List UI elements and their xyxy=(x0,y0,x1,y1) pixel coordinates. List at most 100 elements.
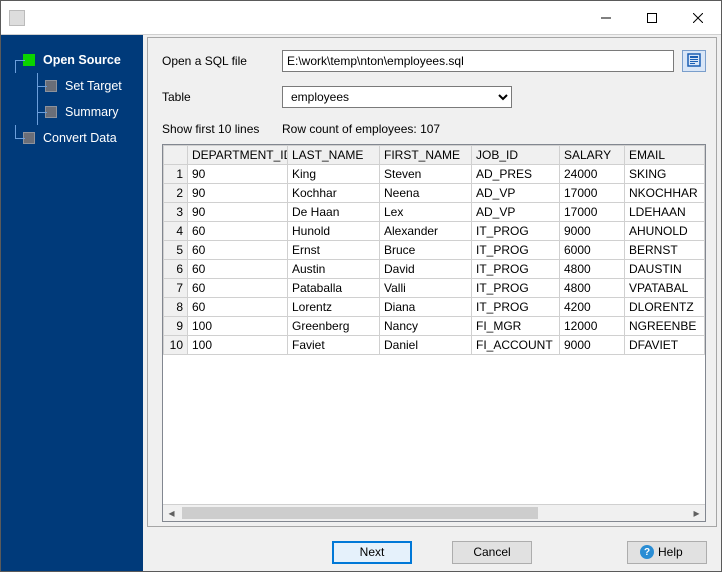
table-cell: 4800 xyxy=(560,279,625,298)
sidebar-item-label: Convert Data xyxy=(43,131,117,145)
table-cell: AHUNOLD xyxy=(625,222,705,241)
table-cell: DAUSTIN xyxy=(625,260,705,279)
sidebar-item-label: Summary xyxy=(65,105,118,119)
table-cell: AD_VP xyxy=(472,184,560,203)
column-header[interactable]: DEPARTMENT_ID xyxy=(188,146,288,165)
main-panel: Open a SQL file Table employees Sh xyxy=(143,35,721,571)
table-cell: De Haan xyxy=(288,203,380,222)
table-row[interactable]: 660AustinDavidIT_PROG4800DAUSTIN xyxy=(164,260,705,279)
table-cell: 60 xyxy=(188,279,288,298)
table-row[interactable]: 560ErnstBruceIT_PROG6000BERNST xyxy=(164,241,705,260)
app-icon xyxy=(9,10,25,26)
table-cell: AD_VP xyxy=(472,203,560,222)
table-cell: VPATABAL xyxy=(625,279,705,298)
table-cell: Lorentz xyxy=(288,298,380,317)
table-cell: 60 xyxy=(188,298,288,317)
column-header[interactable]: EMAIL xyxy=(625,146,705,165)
table-cell: FI_ACCOUNT xyxy=(472,336,560,355)
table-cell: Alexander xyxy=(380,222,472,241)
table-cell: DLORENTZ xyxy=(625,298,705,317)
column-header[interactable]: LAST_NAME xyxy=(288,146,380,165)
table-cell: 6000 xyxy=(560,241,625,260)
table-cell: NGREENBE xyxy=(625,317,705,336)
close-button[interactable] xyxy=(675,3,721,33)
row-number-cell: 9 xyxy=(164,317,188,336)
sidebar-item-open-source[interactable]: Open Source xyxy=(1,47,143,73)
table-row[interactable]: 10100FavietDanielFI_ACCOUNT9000DFAVIET xyxy=(164,336,705,355)
table-label: Table xyxy=(162,90,282,104)
next-button[interactable]: Next xyxy=(332,541,412,564)
form-area: Open a SQL file Table employees Sh xyxy=(147,37,717,527)
table-cell: BERNST xyxy=(625,241,705,260)
help-button-label: Help xyxy=(658,545,683,559)
column-header[interactable]: JOB_ID xyxy=(472,146,560,165)
tree-connector xyxy=(7,125,23,151)
table-row[interactable]: 460HunoldAlexanderIT_PROG9000AHUNOLD xyxy=(164,222,705,241)
wizard-footer: Next Cancel ? Help xyxy=(143,533,721,571)
help-button[interactable]: ? Help xyxy=(627,541,707,564)
table-cell: 4800 xyxy=(560,260,625,279)
sidebar-item-label: Open Source xyxy=(43,53,121,67)
table-cell: IT_PROG xyxy=(472,279,560,298)
table-cell: 90 xyxy=(188,203,288,222)
table-cell: IT_PROG xyxy=(472,260,560,279)
browse-file-button[interactable] xyxy=(682,50,706,72)
sidebar-item-summary[interactable]: Summary xyxy=(1,99,143,125)
scrollbar-thumb[interactable] xyxy=(182,507,538,519)
table-cell: 4200 xyxy=(560,298,625,317)
sidebar-item-convert-data[interactable]: Convert Data xyxy=(1,125,143,151)
table-cell: 60 xyxy=(188,260,288,279)
table-cell: Steven xyxy=(380,165,472,184)
table-cell: 9000 xyxy=(560,336,625,355)
scroll-right-arrow-icon[interactable]: ▸ xyxy=(688,505,705,522)
table-cell: AD_PRES xyxy=(472,165,560,184)
table-cell: Neena xyxy=(380,184,472,203)
table-cell: 60 xyxy=(188,241,288,260)
maximize-button[interactable] xyxy=(629,3,675,33)
row-number-header xyxy=(164,146,188,165)
sidebar-item-label: Set Target xyxy=(65,79,122,93)
table-cell: Pataballa xyxy=(288,279,380,298)
table-cell: Lex xyxy=(380,203,472,222)
row-number-cell: 5 xyxy=(164,241,188,260)
table-select[interactable]: employees xyxy=(282,86,512,108)
table-cell: SKING xyxy=(625,165,705,184)
table-row[interactable]: 760PataballaValliIT_PROG4800VPATABAL xyxy=(164,279,705,298)
row-number-cell: 3 xyxy=(164,203,188,222)
row-count-label: Row count of employees: 107 xyxy=(282,122,440,136)
table-cell: 90 xyxy=(188,184,288,203)
row-number-cell: 2 xyxy=(164,184,188,203)
table-row[interactable]: 190KingStevenAD_PRES24000SKING xyxy=(164,165,705,184)
table-cell: 17000 xyxy=(560,184,625,203)
preview-grid[interactable]: DEPARTMENT_IDLAST_NAMEFIRST_NAMEJOB_IDSA… xyxy=(162,144,706,522)
table-cell: LDEHAAN xyxy=(625,203,705,222)
table-cell: 9000 xyxy=(560,222,625,241)
sidebar-item-set-target[interactable]: Set Target xyxy=(1,73,143,99)
table-row[interactable]: 860LorentzDianaIT_PROG4200DLORENTZ xyxy=(164,298,705,317)
table-row[interactable]: 9100GreenbergNancyFI_MGR12000NGREENBE xyxy=(164,317,705,336)
table-header-row: DEPARTMENT_IDLAST_NAMEFIRST_NAMEJOB_IDSA… xyxy=(164,146,705,165)
table-row[interactable]: 390De HaanLexAD_VP17000LDEHAAN xyxy=(164,203,705,222)
table-cell: Diana xyxy=(380,298,472,317)
table-cell: Kochhar xyxy=(288,184,380,203)
scroll-left-arrow-icon[interactable]: ◂ xyxy=(163,505,180,522)
column-header[interactable]: FIRST_NAME xyxy=(380,146,472,165)
tree-connector xyxy=(29,99,45,125)
cancel-button[interactable]: Cancel xyxy=(452,541,532,564)
sql-file-input[interactable] xyxy=(282,50,674,72)
table-cell: Hunold xyxy=(288,222,380,241)
table-row[interactable]: 290KochharNeenaAD_VP17000NKOCHHAR xyxy=(164,184,705,203)
table-cell: Daniel xyxy=(380,336,472,355)
titlebar xyxy=(1,1,721,35)
table-cell: DFAVIET xyxy=(625,336,705,355)
column-header[interactable]: SALARY xyxy=(560,146,625,165)
minimize-button[interactable] xyxy=(583,3,629,33)
horizontal-scrollbar[interactable]: ◂ ▸ xyxy=(163,504,705,521)
row-number-cell: 7 xyxy=(164,279,188,298)
app-window: Open Source Set Target Summary Convert D… xyxy=(0,0,722,572)
table-cell: IT_PROG xyxy=(472,222,560,241)
table-cell: 100 xyxy=(188,336,288,355)
table-cell: Austin xyxy=(288,260,380,279)
help-icon: ? xyxy=(640,545,654,559)
table-cell: Bruce xyxy=(380,241,472,260)
